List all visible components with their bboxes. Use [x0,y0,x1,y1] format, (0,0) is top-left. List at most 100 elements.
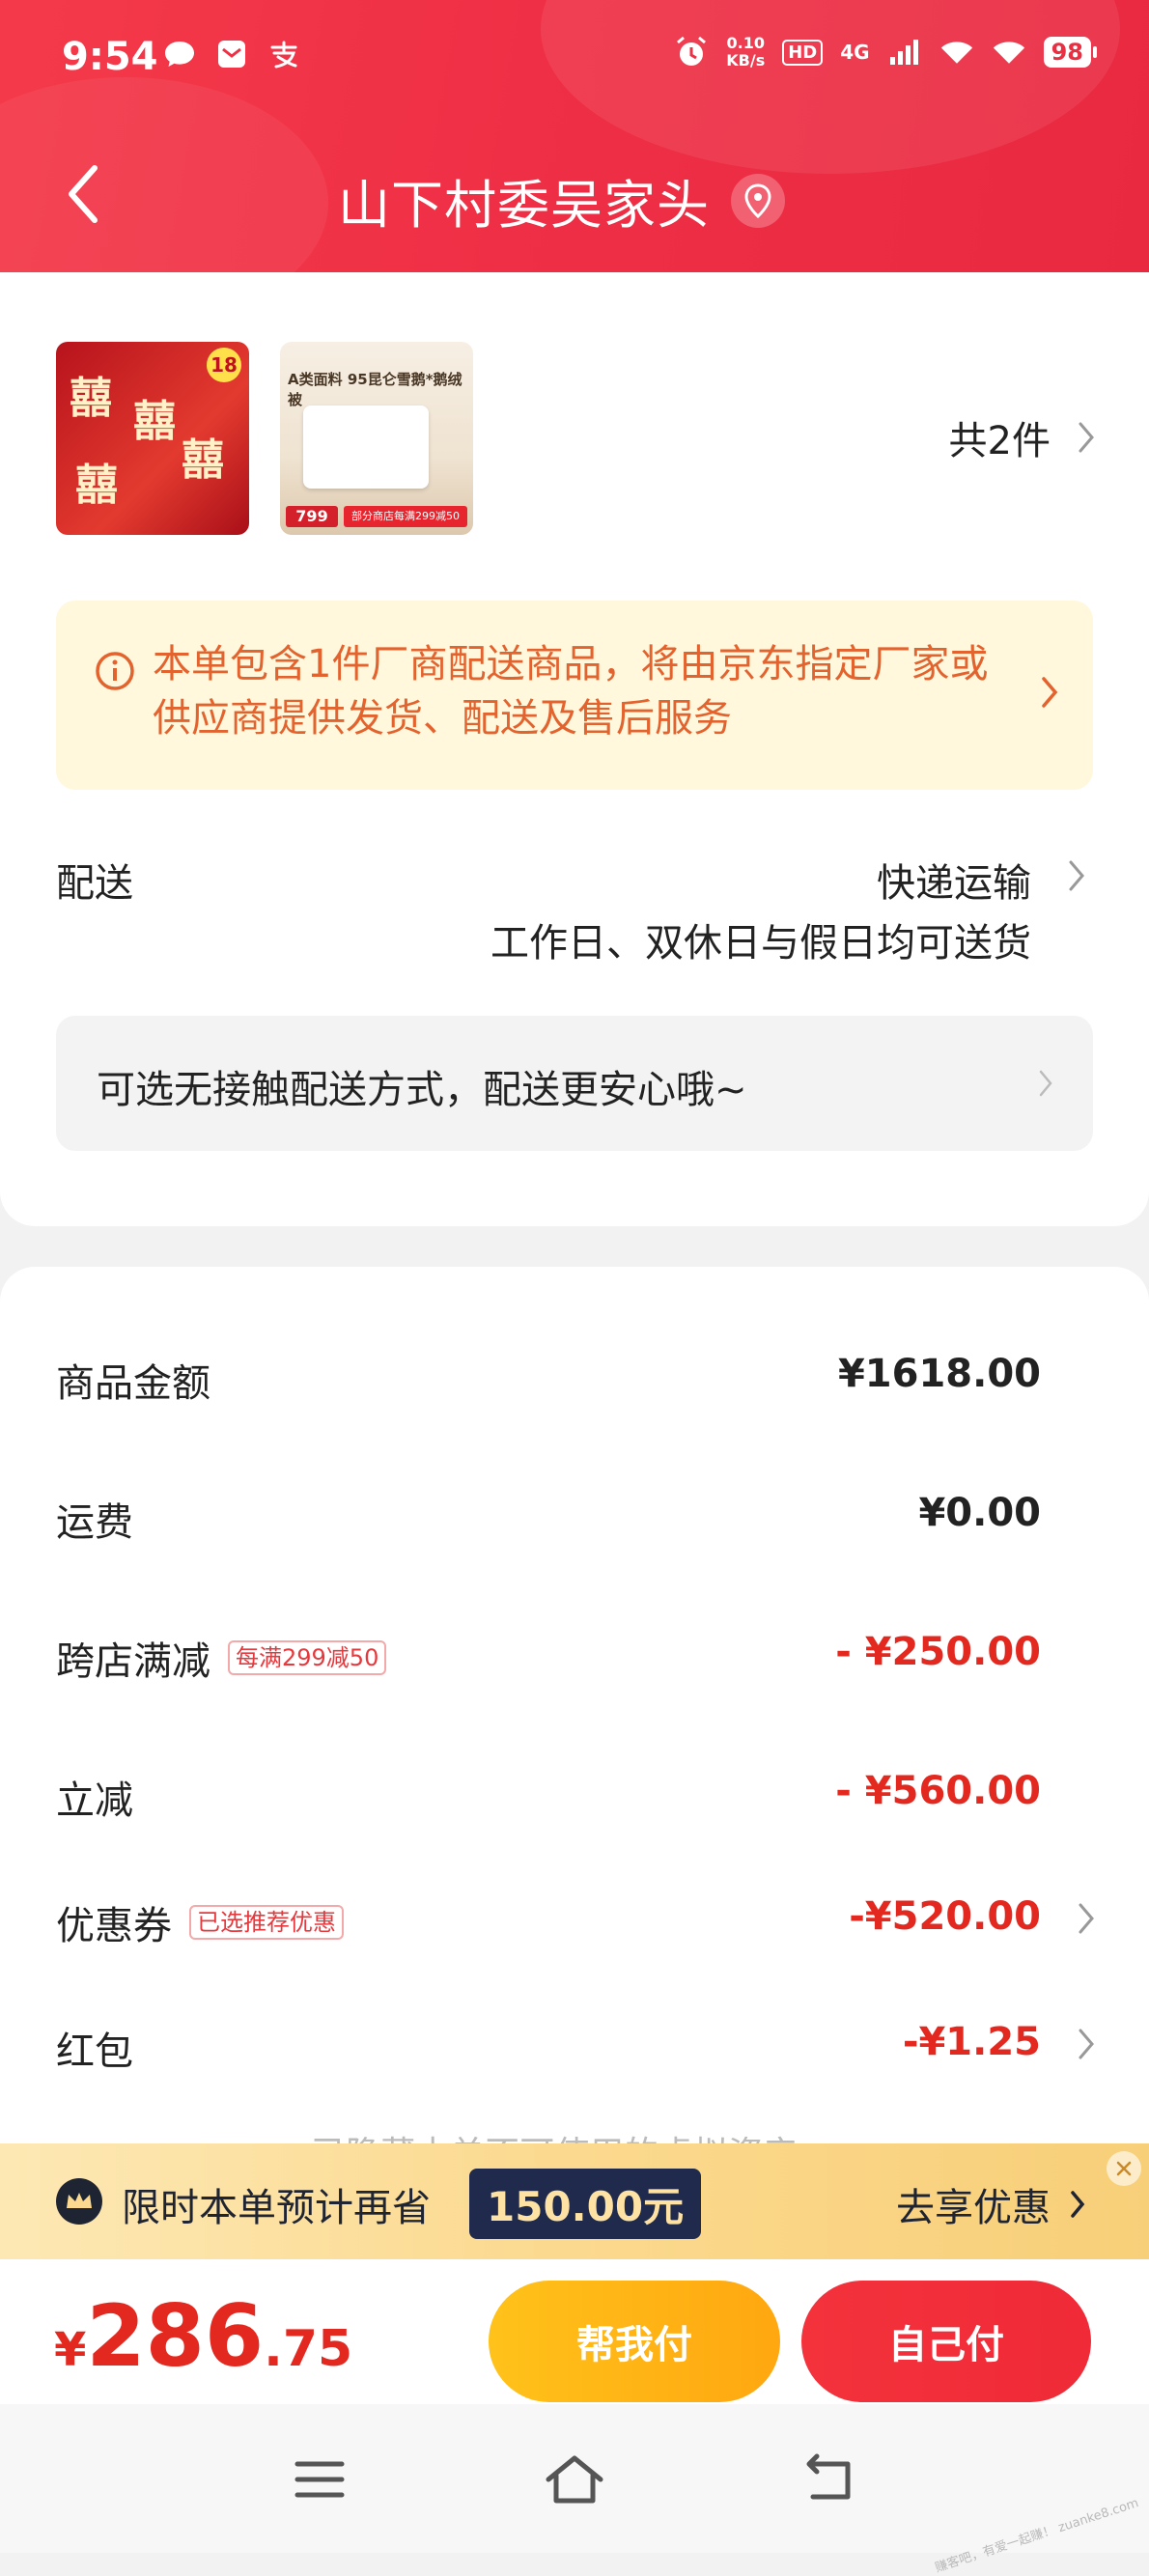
fee-row-cross-store: 跨店满减 每满299减50 - ¥250.00 [56,1630,1095,1697]
fee-label: 立减 [56,1778,133,1823]
promo-cta-label: 去享优惠 [896,2186,1051,2230]
close-button[interactable] [1107,2151,1141,2186]
total-price: ¥ 286 .75 [54,2286,352,2386]
alarm-icon [674,36,709,68]
fee-label: 运费 [56,1500,133,1545]
crown-icon [56,2178,102,2225]
product-badge: 18 [207,348,241,382]
total-currency: ¥ [54,2323,87,2377]
status-bar: 9:54 0.10 KB/s HD 4G 98 [0,0,1149,106]
duvet-image [303,406,429,489]
xi-glyph: 囍 [133,397,176,446]
battery-indicator: 98 [1043,37,1098,68]
network-speed: 0.10 KB/s [726,34,766,70]
shipping-note: 工作日、双休日与假日均可送货 [490,921,1031,966]
nav-bar: 山下村委吴家头 [0,145,1149,241]
chevron-left-icon [69,165,98,223]
fee-value: - ¥250.00 [835,1630,1041,1674]
contactless-text: 可选无接触配送方式，配送更安心哦~ [97,1068,747,1112]
fee-value: -¥520.00 [849,1894,1041,1939]
promo-tag: 每满299减50 [228,1640,387,1675]
fee-row-red-packet[interactable]: 红包 -¥1.25 [56,2020,1095,2087]
product-thumbnail[interactable]: 囍 囍 囍 囍 18 [56,342,249,535]
status-time: 9:54 [62,35,158,79]
xi-glyph: 囍 [75,461,118,510]
self-pay-button[interactable]: 自己付 [801,2281,1091,2402]
checkout-bar: ¥ 286 .75 帮我付 自己付 [0,2259,1149,2404]
notice-text: 本单包含1件厂商配送商品，将由京东指定厂家或供应商提供发货、配送及售后服务 [153,642,989,741]
fee-row-shipping: 运费 ¥0.00 [56,1491,1095,1558]
promo-banner[interactable]: 限时本单预计再省 150.00元 去享优惠 [0,2143,1149,2259]
item-count: 共2件 [948,419,1051,463]
home-icon[interactable] [541,2450,608,2508]
hd-badge: HD [782,39,824,66]
address-selector[interactable]: 山下村委吴家头 [338,162,785,238]
fee-label-group: 立减 [56,1769,133,1825]
promo-cta-button[interactable]: 去享优惠 [896,2176,1085,2232]
page-title: 山下村委吴家头 [338,175,710,236]
fee-label-group: 商品金额 [56,1352,210,1408]
fee-label: 商品金额 [56,1361,210,1406]
product-thumb-promo: 部分商店每满299减50 [344,506,467,527]
fee-label-group: 运费 [56,1491,133,1547]
xi-glyph: 囍 [70,374,112,423]
info-icon [96,652,134,690]
chevron-right-icon [1079,1903,1094,1934]
wifi-icon [939,37,974,68]
fee-value: ¥0.00 [918,1491,1041,1535]
contactless-delivery-option[interactable]: 可选无接触配送方式，配送更安心哦~ [56,1016,1093,1151]
fee-value: -¥1.25 [902,2020,1041,2064]
promo-amount: 150.00元 [469,2169,702,2239]
price-breakdown-card: 商品金额 ¥1618.00 运费 ¥0.00 跨店满减 每满299减50 - ¥… [0,1267,1149,2232]
fee-label-group: 红包 [56,2020,133,2076]
product-thumbnail[interactable]: A类面料 95昆仑雪鹅*鹅绒被 799 部分商店每满299减50 [280,342,473,535]
chevron-right-icon [1071,2191,1085,2218]
status-left-icons [162,39,301,70]
status-right-icons: 0.10 KB/s HD 4G 98 [674,34,1098,70]
watermark: 赚客吧，有爱一起赚！ zuanke8.com [934,2496,1141,2576]
back-button[interactable] [58,160,116,228]
vendor-shipping-notice[interactable]: 本单包含1件厂商配送商品，将由京东指定厂家或供应商提供发货、配送及售后服务 [56,601,1093,790]
back-icon[interactable] [796,2450,863,2508]
menu-icon[interactable] [286,2450,353,2508]
fee-row-coupon[interactable]: 优惠券 已选推荐优惠 -¥520.00 [56,1894,1095,1962]
message-icon [162,39,197,70]
signal-icon [887,37,922,68]
fee-label-group: 跨店满减 每满299减50 [56,1630,387,1686]
chevron-right-icon [1039,1070,1052,1097]
chevron-right-icon [1079,422,1094,453]
product-list[interactable]: 囍 囍 囍 囍 18 A类面料 95昆仑雪鹅*鹅绒被 799 部分商店每满299… [56,342,1095,535]
item-count-link[interactable]: 共2件 [949,409,1095,465]
fee-row-goods: 商品金额 ¥1618.00 [56,1352,1095,1419]
fee-value: ¥1618.00 [837,1352,1041,1396]
help-pay-button[interactable]: 帮我付 [489,2281,780,2402]
fee-value: - ¥560.00 [835,1769,1041,1813]
chevron-right-icon [1079,2029,1094,2059]
fee-label-group: 优惠券 已选推荐优惠 [56,1894,344,1950]
chevron-right-icon [1042,677,1058,708]
order-summary-card: 囍 囍 囍 囍 18 A类面料 95昆仑雪鹅*鹅绒被 799 部分商店每满299… [0,272,1149,1226]
network-type: 4G [840,41,870,64]
shipping-label: 配送 [56,861,133,906]
header: 9:54 0.10 KB/s HD 4G 98 山下村委吴家头 [0,0,1149,272]
fee-row-instant-discount: 立减 - ¥560.00 [56,1769,1095,1836]
shipping-row[interactable]: 配送 快递运输 工作日、双休日与假日均可送货 [56,852,1095,977]
fee-label: 跨店满减 [56,1639,210,1684]
chevron-right-icon [1069,860,1084,891]
total-decimal: .75 [264,2320,353,2378]
mail-icon [214,39,249,70]
close-icon [1116,2161,1132,2176]
fee-label: 优惠券 [56,1904,172,1948]
fee-label: 红包 [56,2030,133,2074]
system-nav-bar: 赚客吧，有爱一起赚！ zuanke8.com [0,2404,1149,2576]
product-thumb-price: 799 [286,506,338,527]
wifi-icon [992,37,1026,68]
location-pin-icon [731,173,785,228]
promo-text: 限时本单预计再省 [122,2186,431,2230]
shipping-method: 快递运输 [877,861,1031,906]
total-integer: 286 [86,2286,265,2386]
alipay-icon [266,39,301,70]
coupon-tag: 已选推荐优惠 [189,1905,344,1940]
product-thumb-title: A类面料 95昆仑雪鹅*鹅绒被 [288,371,462,408]
xi-glyph: 囍 [182,435,224,485]
